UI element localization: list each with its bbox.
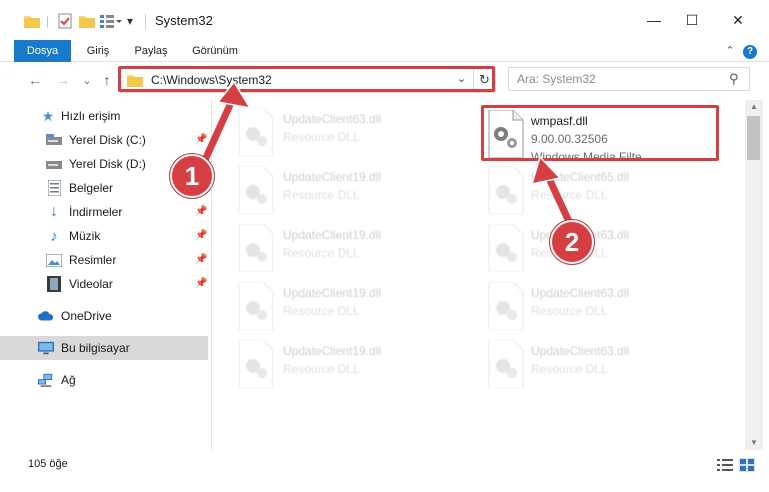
step-1-badge: 1: [170, 154, 214, 198]
arrowhead-to-file: [530, 155, 562, 185]
annotation-arrows: [201, 80, 576, 232]
step-2-badge: 2: [550, 220, 594, 264]
arrow-to-address: [201, 92, 238, 164]
arrowhead-to-address: [216, 80, 252, 110]
